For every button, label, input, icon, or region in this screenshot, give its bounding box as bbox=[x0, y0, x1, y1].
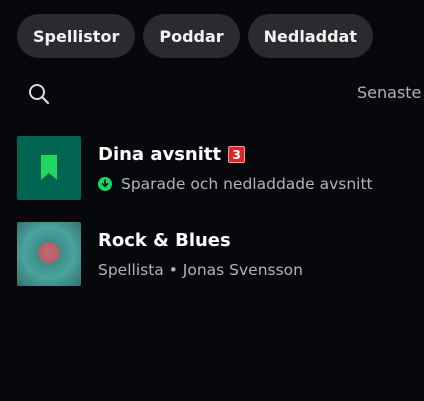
library-item-title-text: Dina avsnitt bbox=[98, 144, 222, 165]
filter-chip-podcasts[interactable]: Poddar bbox=[143, 14, 240, 58]
library-item-title-text: Rock & Blues bbox=[98, 230, 231, 251]
filter-chip-downloaded[interactable]: Nedladdat bbox=[247, 14, 373, 58]
new-episodes-badge: 3 bbox=[228, 146, 246, 163]
library-item-subtitle: Spellista • Jonas Svensson bbox=[98, 261, 303, 279]
search-icon[interactable] bbox=[27, 82, 51, 106]
your-episodes-cover bbox=[17, 136, 81, 200]
library-item-subtitle-text: Sparade och nedladdade avsnitt bbox=[121, 175, 373, 193]
downloaded-icon bbox=[98, 177, 112, 191]
sort-button[interactable]: Senaste bbox=[357, 83, 421, 102]
filter-chips: Spellistor Poddar Nedladdat bbox=[17, 14, 373, 58]
library-item-rock-blues[interactable]: Rock & Blues Spellista • Jonas Svensson bbox=[17, 222, 417, 286]
library-item-your-episodes[interactable]: Dina avsnitt 3 Sparade och nedladdade av… bbox=[17, 136, 417, 200]
library-item-title: Rock & Blues bbox=[98, 230, 231, 251]
playlist-cover-image bbox=[17, 222, 81, 286]
library-item-subtitle-text: Spellista • Jonas Svensson bbox=[98, 261, 303, 279]
filter-chip-playlists[interactable]: Spellistor bbox=[17, 14, 136, 58]
library-item-subtitle: Sparade och nedladdade avsnitt bbox=[98, 175, 373, 193]
bookmark-icon bbox=[41, 155, 57, 180]
library-item-title: Dina avsnitt 3 bbox=[98, 144, 246, 165]
